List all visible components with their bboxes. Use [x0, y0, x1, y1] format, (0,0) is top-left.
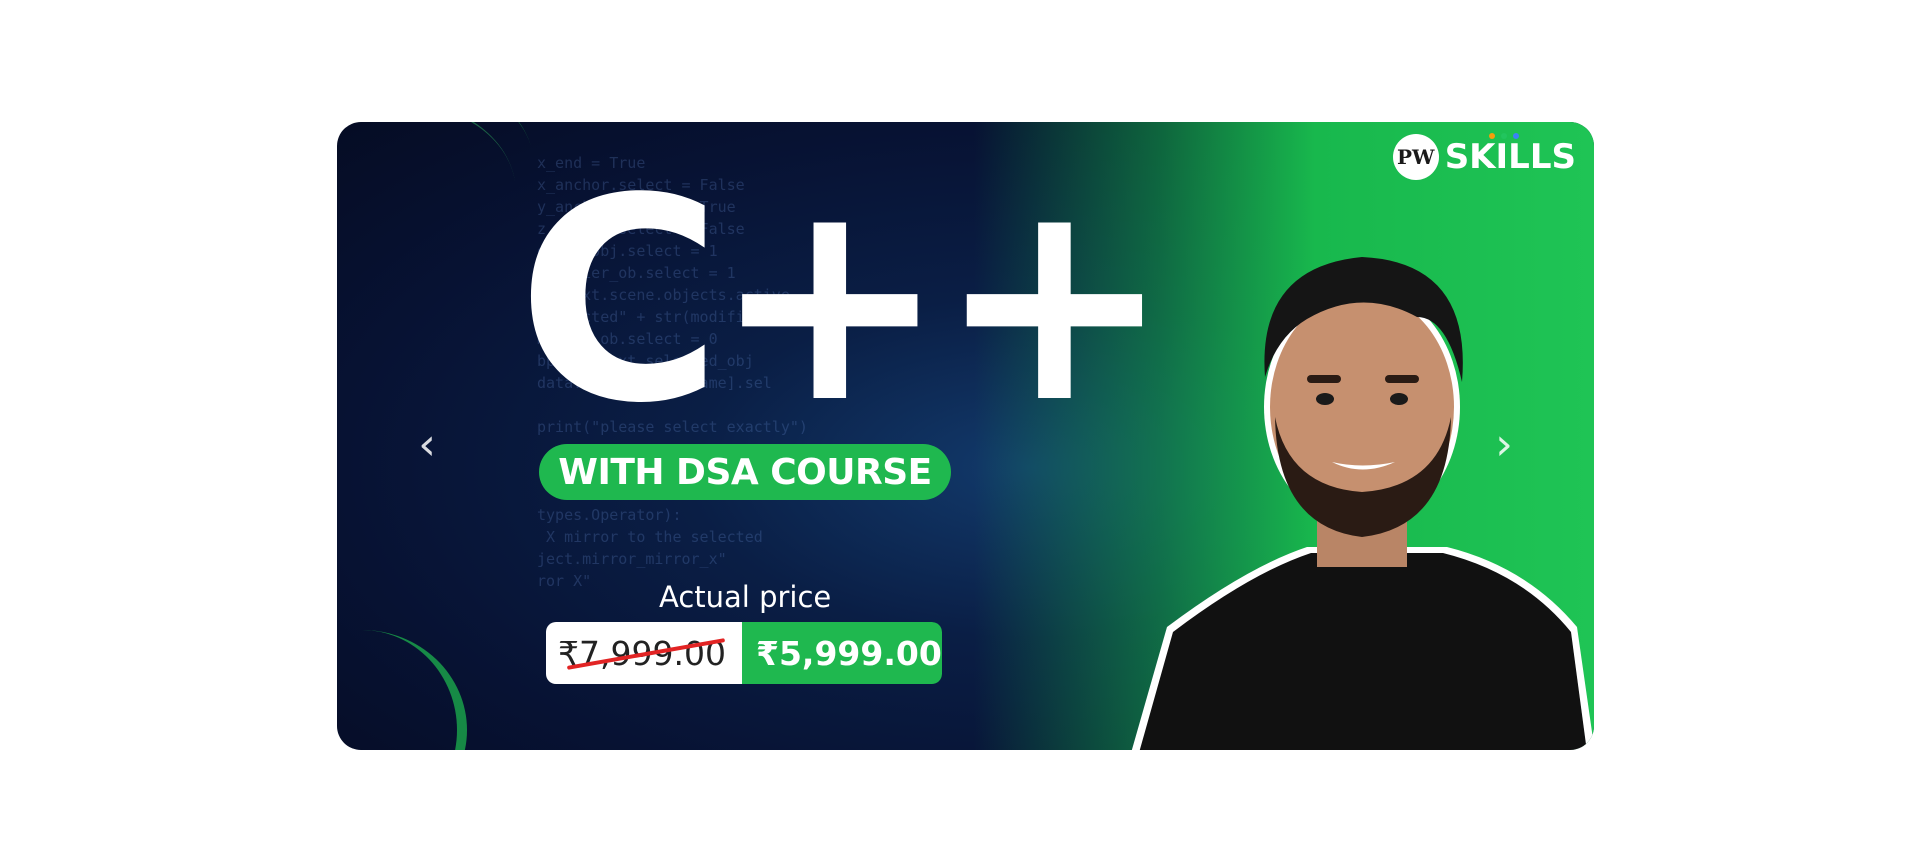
carousel-next-button[interactable]: › — [1486, 414, 1522, 474]
price-box: ₹7,999.00 ₹5,999.00 — [546, 622, 942, 684]
course-title: C++ — [517, 139, 1172, 465]
chevron-left-icon: ‹ — [418, 418, 436, 470]
new-price: ₹5,999.00 — [742, 622, 942, 684]
brand-logo: PW SKILLS — [1392, 133, 1576, 180]
instructor-photo — [1131, 257, 1594, 750]
carousel-prev-button[interactable]: ‹ — [409, 414, 445, 474]
brand-dots — [1488, 133, 1519, 139]
decor-streak — [337, 630, 467, 750]
course-subtitle-pill: WITH DSA COURSE — [539, 444, 951, 500]
old-price: ₹7,999.00 — [546, 622, 742, 684]
chevron-right-icon: › — [1495, 418, 1513, 470]
brand-name: SKILLS — [1444, 133, 1576, 177]
pw-logo-icon: PW — [1392, 134, 1439, 180]
course-banner[interactable]: x_end = True x_anchor.select = False y_a… — [337, 122, 1594, 750]
actual-price-label: Actual price — [659, 580, 832, 614]
brand-name-text: SKILLS — [1444, 137, 1576, 177]
decor-streak — [337, 122, 533, 327]
